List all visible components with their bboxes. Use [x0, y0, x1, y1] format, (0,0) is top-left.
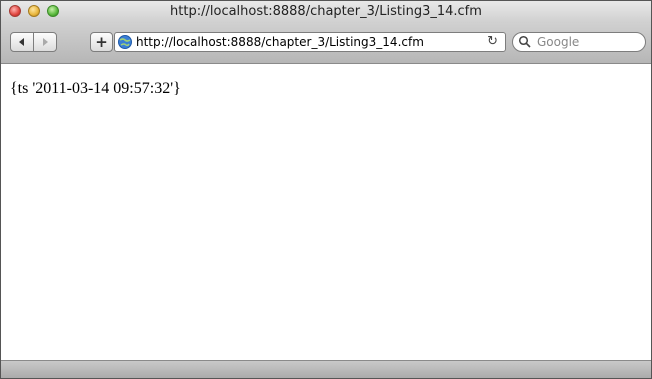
- window-title: http://localhost:8888/chapter_3/Listing3…: [170, 4, 482, 19]
- address-bar[interactable]: ↻: [114, 32, 506, 52]
- back-button[interactable]: [10, 32, 34, 52]
- forward-arrow-icon: [43, 38, 48, 46]
- title-bar[interactable]: http://localhost:8888/chapter_3/Listing3…: [1, 1, 651, 23]
- search-icon[interactable]: [518, 35, 532, 49]
- plus-icon: +: [95, 33, 108, 51]
- browser-toolbar: + ↻: [1, 23, 651, 64]
- address-input[interactable]: [136, 33, 476, 51]
- page-content: {ts '2011-03-14 09:57:32'}: [1, 64, 651, 360]
- search-bar[interactable]: [512, 32, 646, 52]
- add-bookmark-button[interactable]: +: [90, 32, 113, 52]
- forward-button[interactable]: [33, 32, 57, 52]
- timestamp-output: {ts '2011-03-14 09:57:32'}: [10, 80, 181, 97]
- status-bar: [1, 360, 651, 378]
- reload-icon[interactable]: ↻: [487, 34, 498, 50]
- globe-icon: [118, 35, 132, 49]
- back-arrow-icon: [19, 38, 24, 46]
- search-input[interactable]: [537, 33, 637, 51]
- browser-window: http://localhost:8888/chapter_3/Listing3…: [0, 0, 652, 379]
